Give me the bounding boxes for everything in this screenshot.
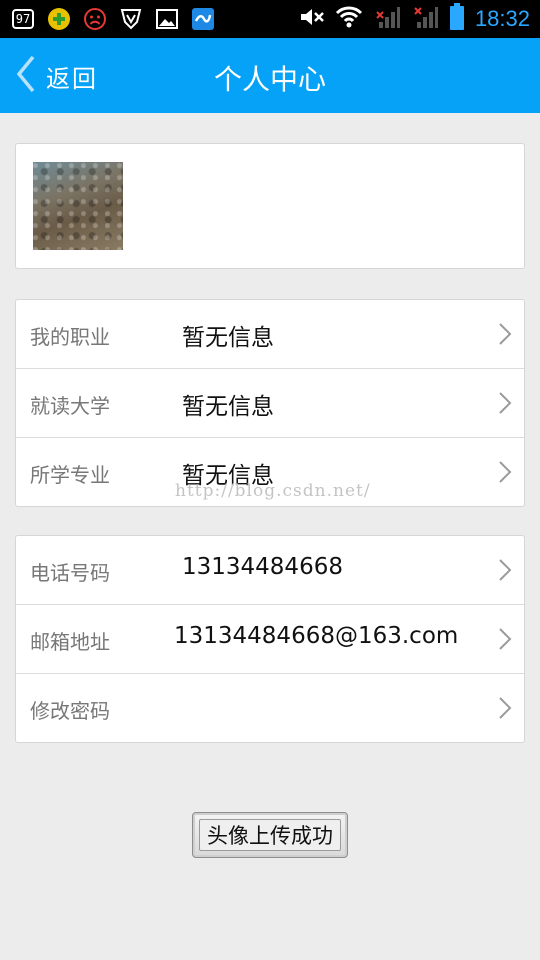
status-bar: 97 18:32	[0, 0, 540, 38]
avatar[interactable]	[33, 162, 123, 250]
chevron-right-icon	[499, 323, 512, 345]
row-value: 暂无信息	[182, 325, 274, 351]
image-icon	[154, 6, 180, 32]
row-value: 暂无信息	[182, 394, 274, 420]
chevron-right-icon	[499, 392, 512, 414]
page-title: 个人中心	[213, 63, 326, 96]
toast-message: 头像上传成功	[192, 812, 348, 858]
row-label: 邮箱地址	[30, 630, 110, 654]
chevron-right-icon	[499, 628, 512, 650]
mute-icon	[299, 5, 325, 33]
wifi-icon	[335, 5, 363, 33]
chevron-right-icon	[499, 461, 512, 483]
list-item-change-password[interactable]: 修改密码	[16, 673, 524, 742]
row-label: 修改密码	[30, 699, 110, 723]
list-item-email[interactable]: 邮箱地址 13134484668@163.com	[16, 604, 524, 673]
list-item-occupation[interactable]: 我的职业 暂无信息	[16, 300, 524, 368]
battery-icon	[449, 3, 465, 35]
battery-97-icon: 97	[10, 6, 36, 32]
toast-label: 头像上传成功	[199, 819, 341, 851]
chevron-right-icon	[499, 559, 512, 581]
signal-icon	[373, 4, 401, 34]
row-label: 就读大学	[30, 394, 110, 418]
signal-icon-2	[411, 4, 439, 34]
row-label: 所学专业	[30, 463, 110, 487]
title-bar: 返回 个人中心	[0, 38, 540, 113]
list-item-university[interactable]: 就读大学 暂无信息	[16, 368, 524, 437]
plus-circle-icon	[46, 6, 72, 32]
profile-info-card: 我的职业 暂无信息 就读大学 暂无信息 所学专业 暂无信息	[15, 299, 525, 507]
row-label: 电话号码	[30, 561, 110, 585]
row-value: 13134484668	[182, 554, 343, 580]
watermark: http://blog.csdn.net/	[175, 481, 371, 501]
chevron-right-icon	[499, 697, 512, 719]
app-icon	[190, 6, 216, 32]
shield-v-icon	[118, 6, 144, 32]
row-value: 13134484668@163.com	[174, 623, 459, 649]
list-item-phone[interactable]: 电话号码 13134484668	[16, 536, 524, 604]
avatar-card[interactable]	[15, 143, 525, 269]
contact-info-card: 电话号码 13134484668 邮箱地址 13134484668@163.co…	[15, 535, 525, 743]
clock: 18:32	[474, 6, 530, 31]
row-label: 我的职业	[30, 325, 110, 349]
sad-face-icon	[82, 6, 108, 32]
